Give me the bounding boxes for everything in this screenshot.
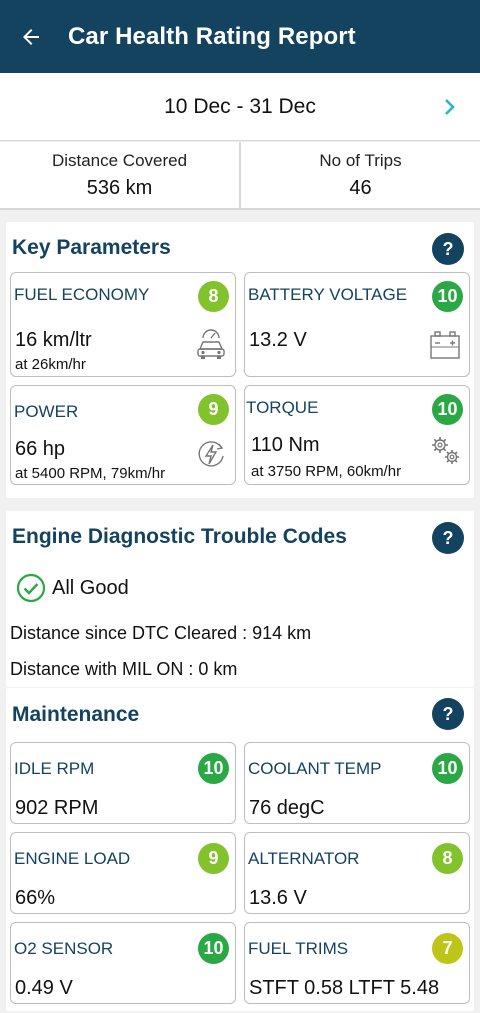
trips-label: No of Trips <box>319 150 402 170</box>
coolant-temp-value: 76 degC <box>249 797 325 819</box>
power-value: 66 hp <box>15 438 66 460</box>
alternator-score: 8 <box>432 843 463 874</box>
idle-rpm-value: 902 RPM <box>15 797 99 819</box>
idle-rpm-card[interactable]: IDLE RPM 10 902 RPM <box>10 742 236 824</box>
idle-rpm-label: IDLE RPM <box>14 759 95 778</box>
arrow-left-icon <box>23 28 39 45</box>
distance-with-mil-on: Distance with MIL ON : 0 km <box>10 659 238 679</box>
battery-voltage-value: 13.2 V <box>249 329 307 351</box>
coolant-temp-card[interactable]: COOLANT TEMP 10 76 degC <box>244 742 470 824</box>
maintenance-section: Maintenance ? IDLE RPM 10 902 RPM COOLAN… <box>6 688 474 1011</box>
coolant-temp-score: 10 <box>432 753 463 784</box>
power-card[interactable]: POWER 9 66 hp at 5400 RPM, 79km/hr <box>10 385 236 485</box>
trips-value: 46 <box>349 176 372 199</box>
page-title: Car Health Rating Report <box>68 22 356 50</box>
key-parameters-section: Key Parameters ? FUEL ECONOMY 8 16 km/lt… <box>6 222 474 498</box>
distance-value: 536 km <box>86 176 153 199</box>
trip-stats: Distance Covered 536 km No of Trips 46 <box>0 142 480 210</box>
battery-voltage-card[interactable]: BATTERY VOLTAGE 10 13.2 V <box>244 272 470 377</box>
fuel-trims-value: STFT 0.58 LTFT 5.48 <box>249 977 440 999</box>
fuel-economy-card[interactable]: FUEL ECONOMY 8 16 km/ltr at 26km/hr <box>10 272 236 377</box>
fuel-economy-sub: at 26km/hr <box>15 356 86 373</box>
distance-label: Distance Covered <box>51 150 188 170</box>
engine-load-score: 9 <box>198 843 229 874</box>
distance-stat: Distance Covered 536 km <box>0 142 239 208</box>
key-parameters-help-button[interactable]: ? <box>432 233 464 265</box>
power-score: 9 <box>198 394 229 425</box>
engine-load-card[interactable]: ENGINE LOAD 9 66% <box>10 832 236 914</box>
date-range-label: 10 Dec - 31 Dec <box>164 94 316 118</box>
next-period-button[interactable] <box>438 95 462 119</box>
dtc-status: All Good <box>16 573 129 603</box>
car-gauge-icon <box>197 329 225 359</box>
torque-card[interactable]: TORQUE 10 110 Nm at 3750 RPM, 60km/hr <box>244 385 470 485</box>
gears-icon <box>432 437 459 464</box>
power-sub: at 5400 RPM, 79km/hr <box>15 465 166 482</box>
alternator-card[interactable]: ALTERNATOR 8 13.6 V <box>244 832 470 914</box>
dtc-help-button[interactable]: ? <box>432 522 464 554</box>
engine-load-value: 66% <box>15 887 56 909</box>
fuel-trims-card[interactable]: FUEL TRIMS 7 STFT 0.58 LTFT 5.48 <box>244 922 470 1004</box>
fuel-economy-value: 16 km/ltr <box>15 329 92 351</box>
dtc-status-label: All Good <box>52 576 129 599</box>
trips-stat: No of Trips 46 <box>239 142 480 208</box>
o2-sensor-card[interactable]: O2 SENSOR 10 0.49 V <box>10 922 236 1004</box>
fuel-trims-score: 7 <box>432 933 463 964</box>
maintenance-title: Maintenance <box>12 703 140 726</box>
alternator-value: 13.6 V <box>249 887 307 909</box>
chevron-right-icon <box>445 99 455 115</box>
o2-sensor-value: 0.49 V <box>15 977 73 999</box>
power-label: POWER <box>14 402 79 421</box>
alternator-label: ALTERNATOR <box>248 849 360 868</box>
torque-sub: at 3750 RPM, 60km/hr <box>251 463 402 480</box>
power-bolt-icon <box>198 441 224 467</box>
app-header: Car Health Rating Report <box>0 0 480 73</box>
distance-since-dtc-cleared: Distance since DTC Cleared : 914 km <box>10 623 312 643</box>
fuel-economy-score: 8 <box>198 281 229 312</box>
check-circle-icon <box>16 573 46 603</box>
o2-sensor-label: O2 SENSOR <box>14 939 114 958</box>
key-parameters-title: Key Parameters <box>12 236 171 259</box>
date-range-bar: 10 Dec - 31 Dec <box>0 73 480 141</box>
dtc-section: Engine Diagnostic Trouble Codes ? All Go… <box>6 511 474 687</box>
battery-voltage-score: 10 <box>432 281 463 312</box>
battery-icon <box>430 331 460 359</box>
fuel-trims-label: FUEL TRIMS <box>248 939 349 958</box>
maintenance-help-button[interactable]: ? <box>432 698 464 730</box>
engine-load-label: ENGINE LOAD <box>14 849 131 868</box>
dtc-title: Engine Diagnostic Trouble Codes <box>12 525 347 548</box>
torque-label: TORQUE <box>246 398 319 417</box>
o2-sensor-score: 10 <box>198 933 229 964</box>
back-button[interactable] <box>0 0 62 73</box>
idle-rpm-score: 10 <box>198 753 229 784</box>
battery-voltage-label: BATTERY VOLTAGE <box>248 285 408 304</box>
torque-score: 10 <box>432 394 463 425</box>
torque-value: 110 Nm <box>251 434 320 456</box>
fuel-economy-label: FUEL ECONOMY <box>14 285 150 304</box>
coolant-temp-label: COOLANT TEMP <box>248 759 382 778</box>
